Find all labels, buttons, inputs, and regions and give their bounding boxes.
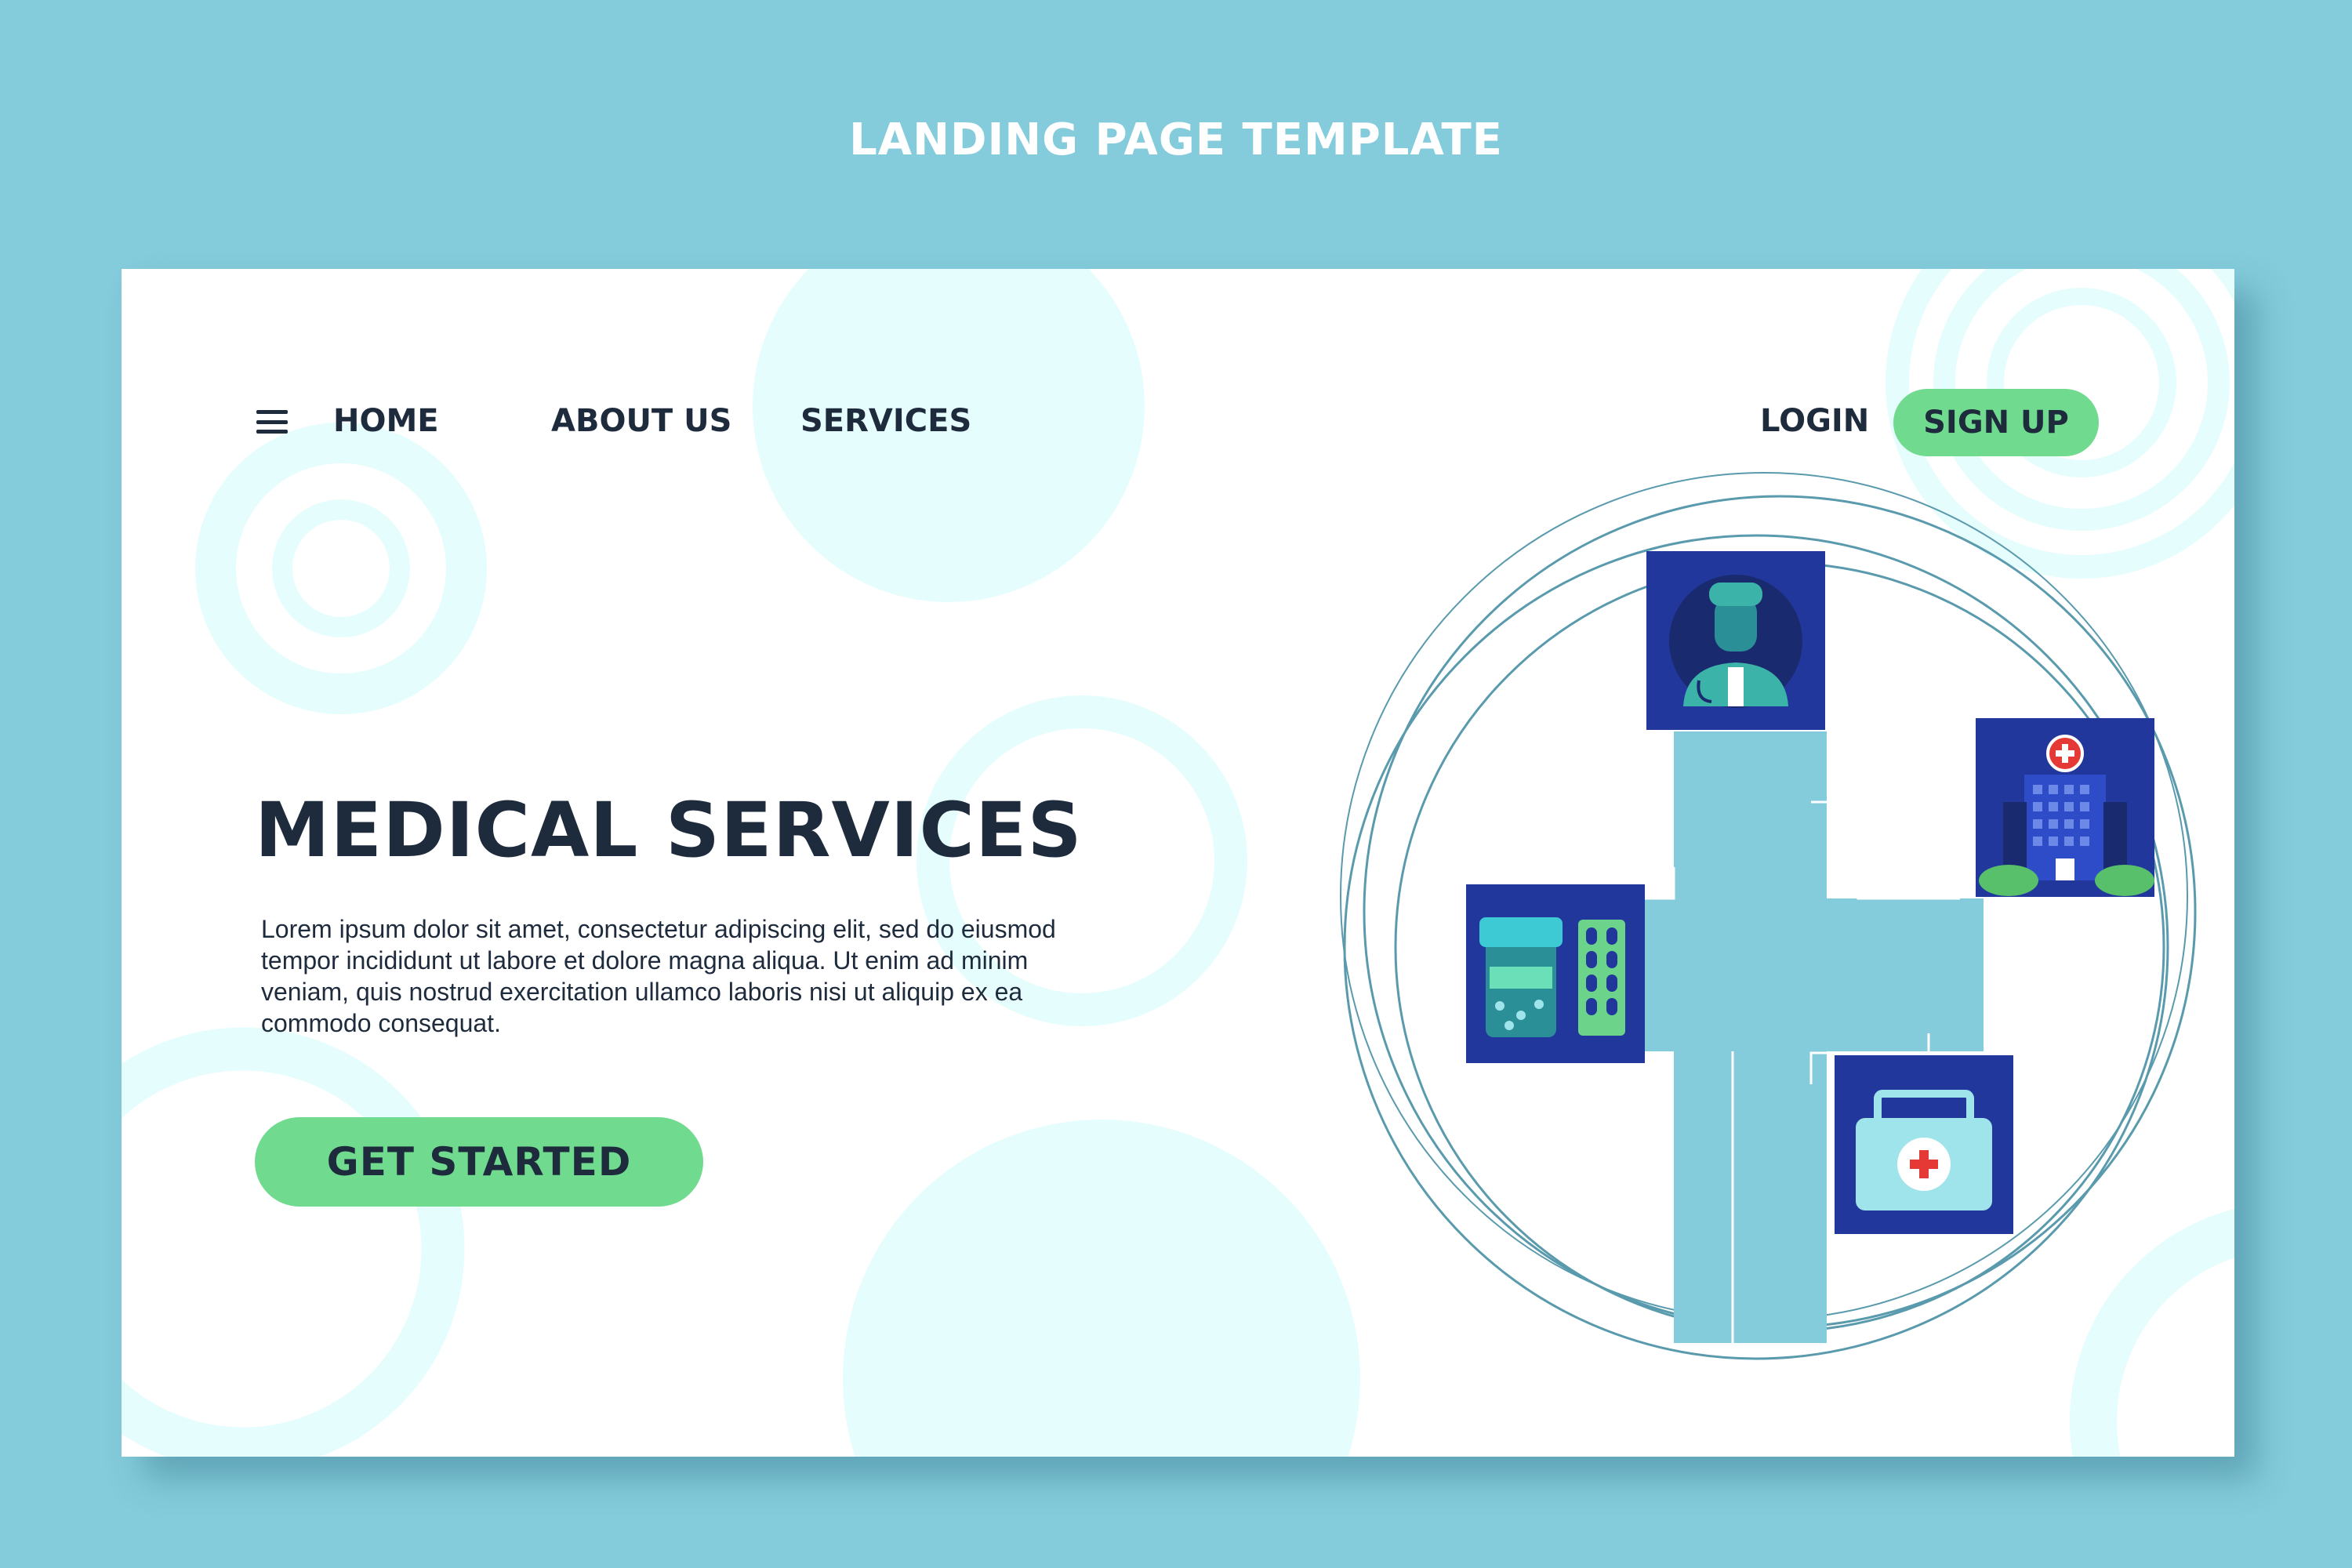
medical-illustration — [1340, 472, 2197, 1360]
page-title: LANDING PAGE TEMPLATE — [849, 114, 1503, 165]
hospital-icon — [1976, 718, 2154, 897]
get-started-button[interactable]: GET STARTED — [255, 1117, 703, 1207]
nav-services[interactable]: SERVICES — [800, 401, 971, 441]
hamburger-menu-icon[interactable] — [256, 410, 288, 434]
nav-about-us[interactable]: ABOUT US — [551, 401, 731, 441]
nav-home[interactable]: HOME — [333, 401, 439, 441]
landing-page-card: HOME ABOUT US SERVICES LOGIN SIGN UP MED… — [122, 269, 2234, 1457]
signup-button[interactable]: SIGN UP — [1893, 389, 2099, 456]
first-aid-kit-icon — [1835, 1055, 2013, 1234]
hero-title: MEDICAL SERVICES — [255, 786, 1083, 874]
hero-description: Lorem ipsum dolor sit amet, consectetur … — [261, 915, 1056, 1037]
medicine-icon — [1466, 884, 1645, 1063]
doctor-icon — [1646, 551, 1825, 730]
login-link[interactable]: LOGIN — [1760, 401, 1869, 441]
